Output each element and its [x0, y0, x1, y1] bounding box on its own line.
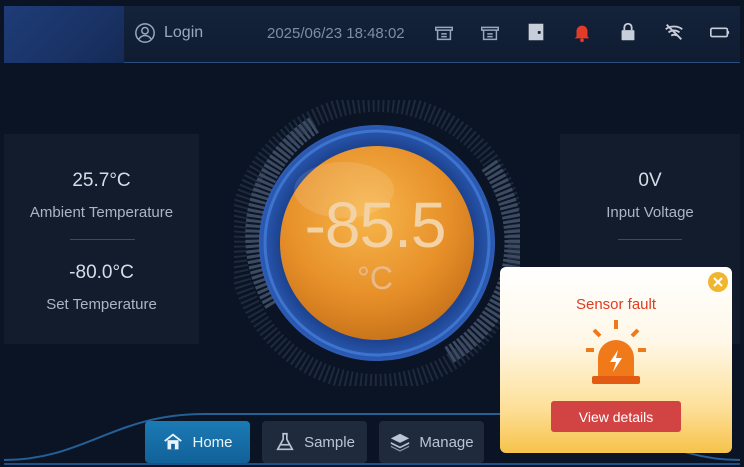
close-button[interactable] [708, 272, 728, 292]
current-temperature: -85.5 [304, 189, 447, 261]
home-icon [164, 433, 183, 450]
alarm-bell-icon [570, 20, 594, 44]
close-icon [713, 277, 723, 287]
left-info-panel: 25.7°C Ambient Temperature -80.0°C Set T… [4, 134, 199, 344]
cabinet-icon [432, 20, 456, 44]
login-label: Login [164, 24, 204, 41]
set-temperature-value: -80.0°C [69, 262, 134, 283]
ambient-temperature-label: Ambient Temperature [29, 204, 174, 221]
view-details-button[interactable]: View details [551, 401, 681, 432]
battery-icon [708, 20, 732, 44]
divider [618, 239, 682, 240]
input-voltage-label: Input Voltage [606, 204, 694, 221]
input-voltage-value: 0V [638, 170, 662, 191]
nav-manage-button[interactable]: Manage [379, 421, 484, 463]
divider [70, 239, 135, 240]
alarm-light-icon [586, 320, 646, 384]
set-temperature-label: Set Temperature [46, 296, 157, 313]
lock-icon [616, 20, 640, 44]
nav-home-label: Home [192, 433, 233, 451]
status-icons [432, 20, 732, 44]
user-icon [135, 23, 155, 43]
cabinet-icon [478, 20, 502, 44]
nav-sample-label: Sample [304, 433, 355, 451]
datetime: 2025/06/23 18:48:02 [267, 25, 405, 42]
door-icon [524, 20, 548, 44]
layers-icon [391, 433, 410, 452]
sensor-fault-popup: Sensor fault View details [500, 267, 732, 453]
nav-sample-button[interactable]: Sample [262, 421, 367, 463]
popup-title: Sensor fault [575, 296, 657, 313]
brand-block [4, 6, 124, 63]
login-button[interactable]: Login [134, 22, 203, 44]
top-bar: Login 2025/06/23 18:48:02 [4, 6, 740, 63]
nav-manage-label: Manage [419, 433, 474, 451]
wifi-icon [662, 20, 686, 44]
ambient-temperature-value: 25.7°C [72, 170, 131, 191]
flask-icon [276, 432, 294, 451]
temperature-unit: °C [357, 260, 393, 296]
nav-home-button[interactable]: Home [145, 421, 250, 463]
